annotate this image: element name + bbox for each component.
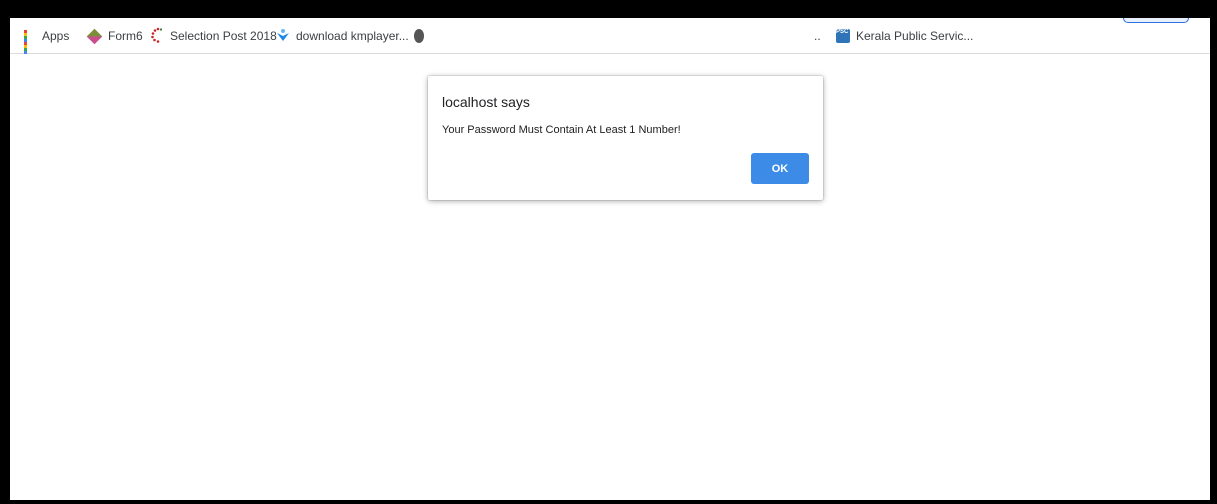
bookmark-kerala-psc[interactable]: PSC Kerala Public Servic... (836, 18, 973, 54)
kmplayer-icon (276, 28, 290, 45)
alert-dialog: localhost says Your Password Must Contai… (428, 76, 823, 200)
selection-post-c-icon (150, 27, 164, 46)
bookmarks-bar: Apps Form6 Selection Post 2018 download … (10, 18, 1210, 57)
bookmark-label: download kmplayer... (296, 29, 409, 43)
form6-diamond-icon (86, 28, 103, 44)
screen-frame: Apps Form6 Selection Post 2018 download … (0, 0, 1217, 504)
bookmark-apps[interactable]: Apps (24, 18, 70, 57)
bookmark-label: Form6 (108, 29, 143, 43)
page-content: localhost says Your Password Must Contai… (10, 54, 1210, 500)
profile-pill[interactable] (1123, 18, 1189, 23)
bookmark-label: Selection Post 2018 (170, 29, 277, 43)
dialog-message: Your Password Must Contain At Least 1 Nu… (442, 124, 681, 136)
ok-button[interactable]: OK (751, 153, 809, 184)
bookmark-label: Kerala Public Servic... (856, 29, 974, 43)
bookmark-label: Apps (42, 29, 70, 43)
dialog-title: localhost says (442, 94, 530, 110)
apps-grid-icon (24, 30, 36, 57)
kerala-psc-icon: PSC (836, 29, 850, 43)
bookmark-selection-post[interactable]: Selection Post 2018 (150, 18, 277, 54)
bookmark-form6[interactable]: Form6 (86, 18, 143, 54)
browser-window: Apps Form6 Selection Post 2018 download … (10, 18, 1210, 500)
bookmark-clipped[interactable] (414, 18, 430, 54)
bookmark-truncated-ellipsis: .. (814, 29, 821, 43)
bookmark-kmplayer[interactable]: download kmplayer... (276, 18, 409, 54)
bookmark-clipped-icon (414, 29, 424, 43)
